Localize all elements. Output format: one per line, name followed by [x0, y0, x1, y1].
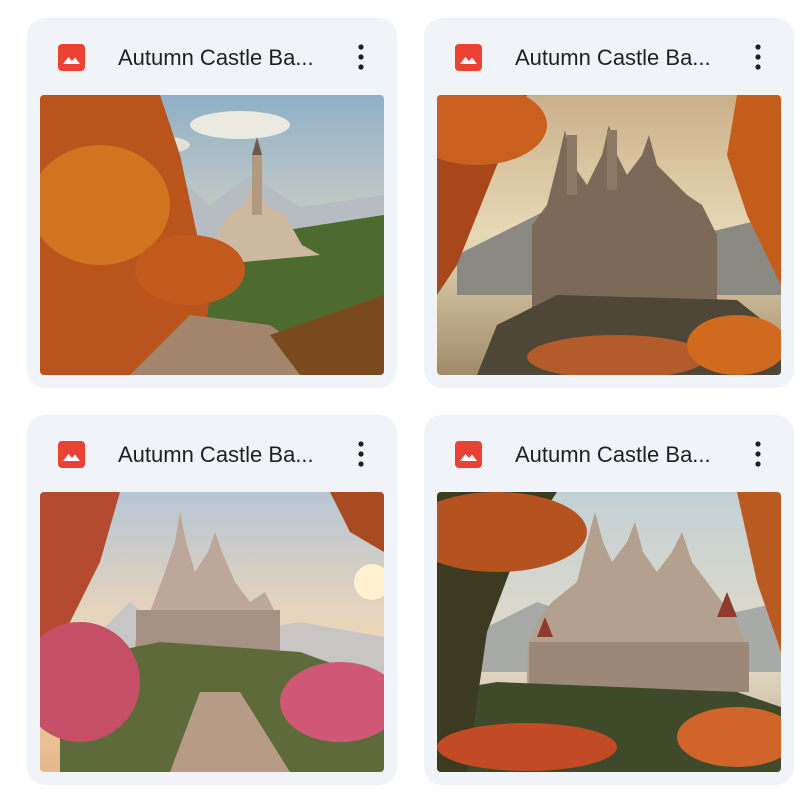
image-thumbnail[interactable] — [437, 95, 781, 375]
image-file-icon — [455, 44, 482, 71]
file-title[interactable]: Autumn Castle Ba... — [515, 44, 735, 72]
more-actions-button[interactable] — [742, 435, 774, 475]
file-card[interactable]: Autumn Castle Ba... — [27, 18, 397, 388]
image-thumbnail[interactable] — [40, 95, 384, 375]
more-vert-icon — [755, 441, 761, 467]
more-actions-button[interactable] — [742, 38, 774, 78]
more-vert-icon — [358, 441, 364, 467]
more-actions-button[interactable] — [345, 435, 377, 475]
file-grid: Autumn Castle Ba... Autumn Castle Ba... … — [0, 0, 796, 798]
image-file-icon — [455, 441, 482, 468]
file-title[interactable]: Autumn Castle Ba... — [118, 44, 338, 72]
file-card-header: Autumn Castle Ba... — [424, 415, 794, 492]
file-card-header: Autumn Castle Ba... — [27, 18, 397, 95]
file-card[interactable]: Autumn Castle Ba... — [424, 18, 794, 388]
file-title[interactable]: Autumn Castle Ba... — [515, 441, 735, 469]
file-card[interactable]: Autumn Castle Ba... — [424, 415, 794, 785]
more-vert-icon — [755, 44, 761, 70]
more-vert-icon — [358, 44, 364, 70]
file-card[interactable]: Autumn Castle Ba... — [27, 415, 397, 785]
file-card-header: Autumn Castle Ba... — [27, 415, 397, 492]
image-thumbnail[interactable] — [40, 492, 384, 772]
image-file-icon — [58, 441, 85, 468]
image-thumbnail[interactable] — [437, 492, 781, 772]
file-card-header: Autumn Castle Ba... — [424, 18, 794, 95]
image-file-icon — [58, 44, 85, 71]
more-actions-button[interactable] — [345, 38, 377, 78]
file-title[interactable]: Autumn Castle Ba... — [118, 441, 338, 469]
